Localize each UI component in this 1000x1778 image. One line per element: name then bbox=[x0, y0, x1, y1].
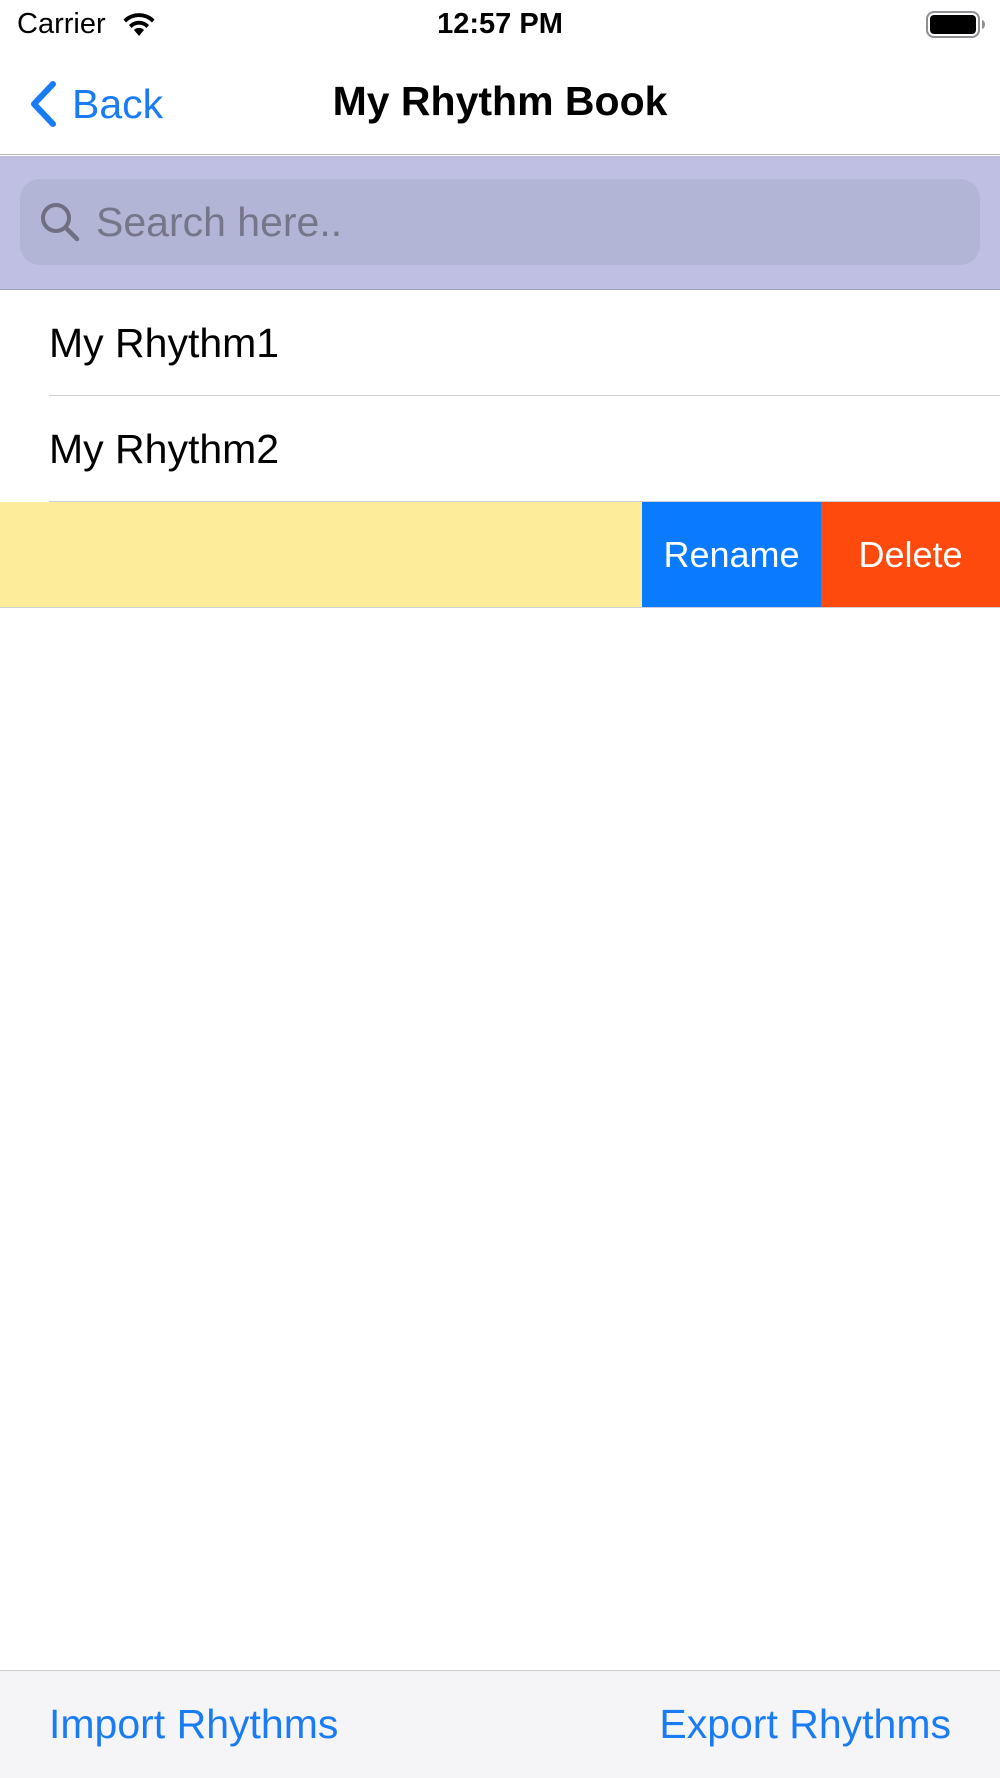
list-item-label: My Rhythm1 bbox=[49, 320, 280, 366]
page-title: My Rhythm Book bbox=[332, 78, 668, 124]
status-time: 12:57 PM bbox=[437, 8, 563, 40]
rename-button[interactable]: Rename bbox=[642, 502, 821, 607]
search-input[interactable] bbox=[96, 198, 956, 246]
search-field[interactable] bbox=[20, 179, 980, 265]
search-bar bbox=[0, 156, 1000, 290]
export-rhythms-button[interactable]: Export Rhythms bbox=[659, 1701, 951, 1748]
search-icon bbox=[41, 203, 80, 242]
rhythm-list: My Rhythm1 My Rhythm2 Rename Delete bbox=[0, 290, 1000, 608]
swiped-row-content[interactable] bbox=[0, 502, 642, 607]
bottom-toolbar: Import Rhythms Export Rhythms bbox=[0, 1670, 1000, 1778]
list-item-label: My Rhythm2 bbox=[49, 426, 280, 472]
swiped-list-item: Rename Delete bbox=[0, 502, 1000, 608]
import-rhythms-button[interactable]: Import Rhythms bbox=[49, 1701, 338, 1748]
list-item[interactable]: My Rhythm1 bbox=[0, 290, 1000, 396]
status-bar: Carrier 12:57 PM bbox=[0, 0, 1000, 50]
list-item[interactable]: My Rhythm2 bbox=[0, 396, 1000, 502]
delete-button[interactable]: Delete bbox=[821, 502, 1000, 607]
navigation-bar: Back My Rhythm Book bbox=[0, 50, 1000, 155]
battery-icon bbox=[926, 11, 985, 38]
